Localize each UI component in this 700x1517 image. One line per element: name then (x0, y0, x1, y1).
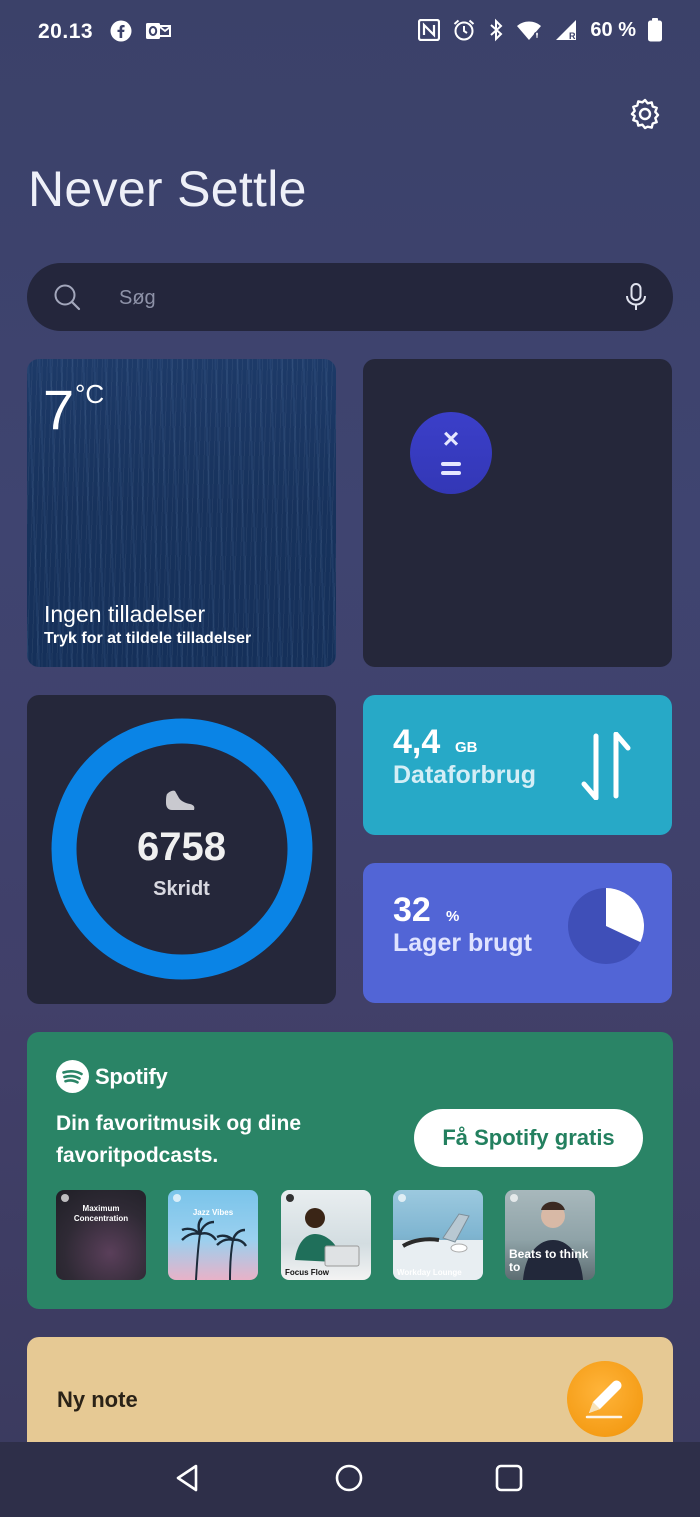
microphone-icon[interactable] (625, 283, 647, 311)
playlist-thumbnail[interactable]: Workday Lounge (393, 1190, 483, 1280)
search-placeholder: Søg (119, 287, 156, 309)
storage-pie-chart (568, 888, 644, 964)
data-usage-unit: GB (455, 739, 478, 756)
svg-text:R: R (569, 31, 576, 41)
storage-widget[interactable]: 32 % Lager brugt (363, 863, 672, 1003)
spotify-logo: Spotify (56, 1060, 168, 1093)
page-title: Never Settle (28, 161, 307, 217)
spotify-brand: Spotify (95, 1063, 168, 1089)
back-icon[interactable] (172, 1462, 204, 1494)
pencil-icon[interactable] (567, 1361, 643, 1437)
calculator-widget[interactable]: × (363, 359, 672, 667)
new-note-label: Ny note (57, 1387, 138, 1412)
weather-widget[interactable]: 7 °C Ingen tilladelser Tryk for at tilde… (27, 359, 336, 667)
alarm-icon (452, 18, 476, 42)
data-transfer-icon (580, 732, 632, 800)
battery-percent: 60 % (590, 18, 636, 41)
calculator-icon[interactable]: × (410, 412, 492, 494)
settings-gear-icon[interactable] (628, 97, 662, 131)
search-bar[interactable]: Søg (27, 263, 673, 331)
weather-unit: °C (75, 379, 105, 409)
facebook-icon (110, 20, 132, 42)
playlist-thumbnail[interactable]: Maximum Concentration (56, 1190, 146, 1280)
spotify-tagline: Din favoritmusik og dine favoritpodcasts… (56, 1112, 302, 1167)
search-icon (53, 283, 81, 311)
playlist-thumbnail[interactable]: Jazz Vibes (168, 1190, 258, 1280)
battery-icon (648, 18, 662, 42)
wifi-icon (516, 19, 542, 41)
recent-apps-icon[interactable] (493, 1462, 525, 1494)
spotify-widget[interactable]: Spotify Din favoritmusik og dine favorit… (27, 1032, 673, 1309)
status-time: 20.13 (38, 20, 94, 43)
playlist-thumbnail[interactable]: Focus Flow (281, 1190, 371, 1280)
data-usage-value: 4,4 (393, 723, 441, 761)
home-icon[interactable] (333, 1462, 365, 1494)
bluetooth-icon (488, 18, 504, 42)
data-usage-widget[interactable]: 4,4 GB Dataforbrug (363, 695, 672, 835)
navigation-bar (0, 1442, 700, 1517)
steps-label: Skridt (153, 878, 210, 900)
data-usage-label: Dataforbrug (393, 761, 537, 789)
weather-subtitle: Tryk for at tildele tilladelser (44, 630, 252, 647)
signal-icon: R (554, 19, 578, 41)
weather-temperature: 7 (43, 378, 75, 441)
status-bar: 20.13 R 60 % (0, 0, 700, 64)
steps-count: 6758 (137, 825, 226, 869)
storage-value: 32 (393, 891, 431, 929)
steps-widget[interactable]: 6758 Skridt (27, 695, 336, 1004)
storage-unit: % (446, 908, 460, 925)
outlook-icon (146, 20, 172, 42)
weather-title: Ingen tilladelser (44, 601, 206, 627)
spotify-get-free-button[interactable]: Få Spotify gratis (414, 1109, 643, 1167)
nfc-icon (418, 19, 441, 41)
storage-label: Lager brugt (393, 929, 532, 957)
spotify-icon (56, 1060, 89, 1093)
playlist-thumbnail[interactable]: Beats to think to (505, 1190, 595, 1280)
